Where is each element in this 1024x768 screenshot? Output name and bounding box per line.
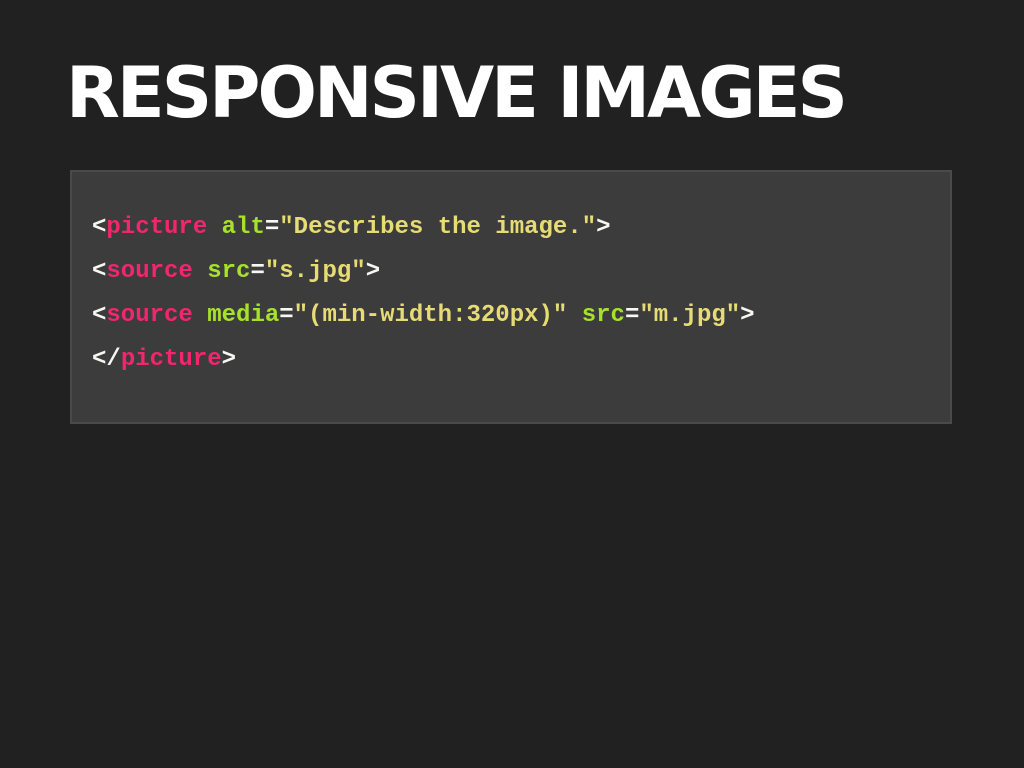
code-punct: < [92,214,107,241]
code-punct: < [92,258,107,285]
slide: RESPONSIVE IMAGES <picture alt="Describe… [0,0,1024,768]
code-punct: = [624,302,640,329]
code-block: <picture alt="Describes the image."> <so… [70,170,952,424]
code-punct: < [92,302,107,329]
code-string: "s.jpg" [264,258,366,285]
code-punct: > [596,214,611,241]
slide-title: RESPONSIVE IMAGES [66,52,848,134]
code-line-source-small: <source src="s.jpg"> [92,250,950,294]
code-punct: = [264,214,280,241]
code-punct: > [365,258,381,285]
code-string: "m.jpg" [639,302,741,329]
code-tag: picture [120,346,222,373]
code-string: "Describes the image." [279,214,597,241]
code-tag: source [106,258,193,285]
code-line-source-medium: <source media="(min-width:320px)" src="m… [92,294,950,338]
code-attr: media [207,302,280,329]
code-punct: = [250,258,265,285]
code-attr: alt [221,214,265,241]
code-string: "(min-width:320px)" [293,302,568,329]
code-tag: source [106,302,193,329]
code-punct: > [221,346,237,373]
code-attr: src [581,302,625,329]
code-line-picture-close: </picture> [92,338,950,382]
code-punct: = [279,302,294,329]
code-tag: picture [106,214,208,241]
code-attr: src [207,258,251,285]
code-punct: > [740,302,755,329]
code-punct: </ [92,346,121,373]
code-line-picture-open: <picture alt="Describes the image."> [92,206,950,250]
